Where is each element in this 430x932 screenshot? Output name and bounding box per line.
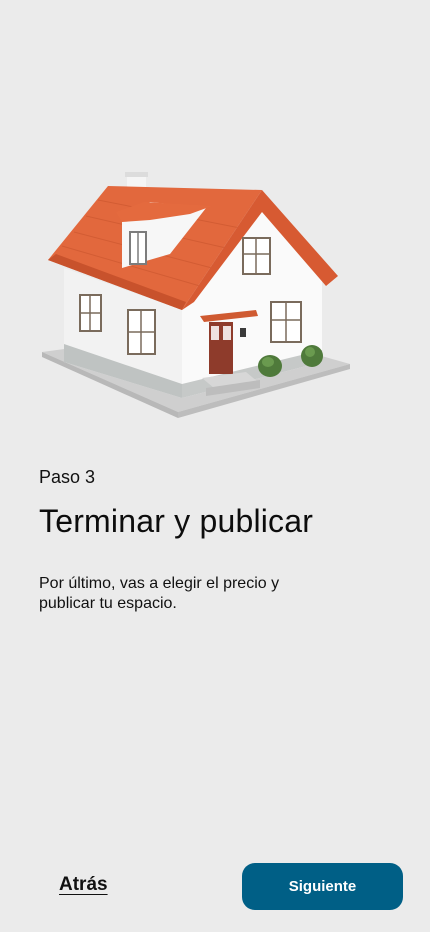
page-title: Terminar y publicar [39,503,314,539]
step-description: Por último, vas a elegir el precio y pub… [39,575,280,612]
next-button[interactable]: Siguiente [242,863,403,910]
step-label: Paso 3 [39,467,96,487]
house-illustration [0,150,430,440]
house-image [42,172,350,418]
back-button[interactable]: Atrás [59,874,108,896]
step-content: Paso 3 Terminar y publicar Por último, v… [39,466,400,614]
footer-nav: Atrás Siguiente [0,862,430,910]
onboarding-screen: Paso 3 Terminar y publicar Por último, v… [0,0,430,932]
